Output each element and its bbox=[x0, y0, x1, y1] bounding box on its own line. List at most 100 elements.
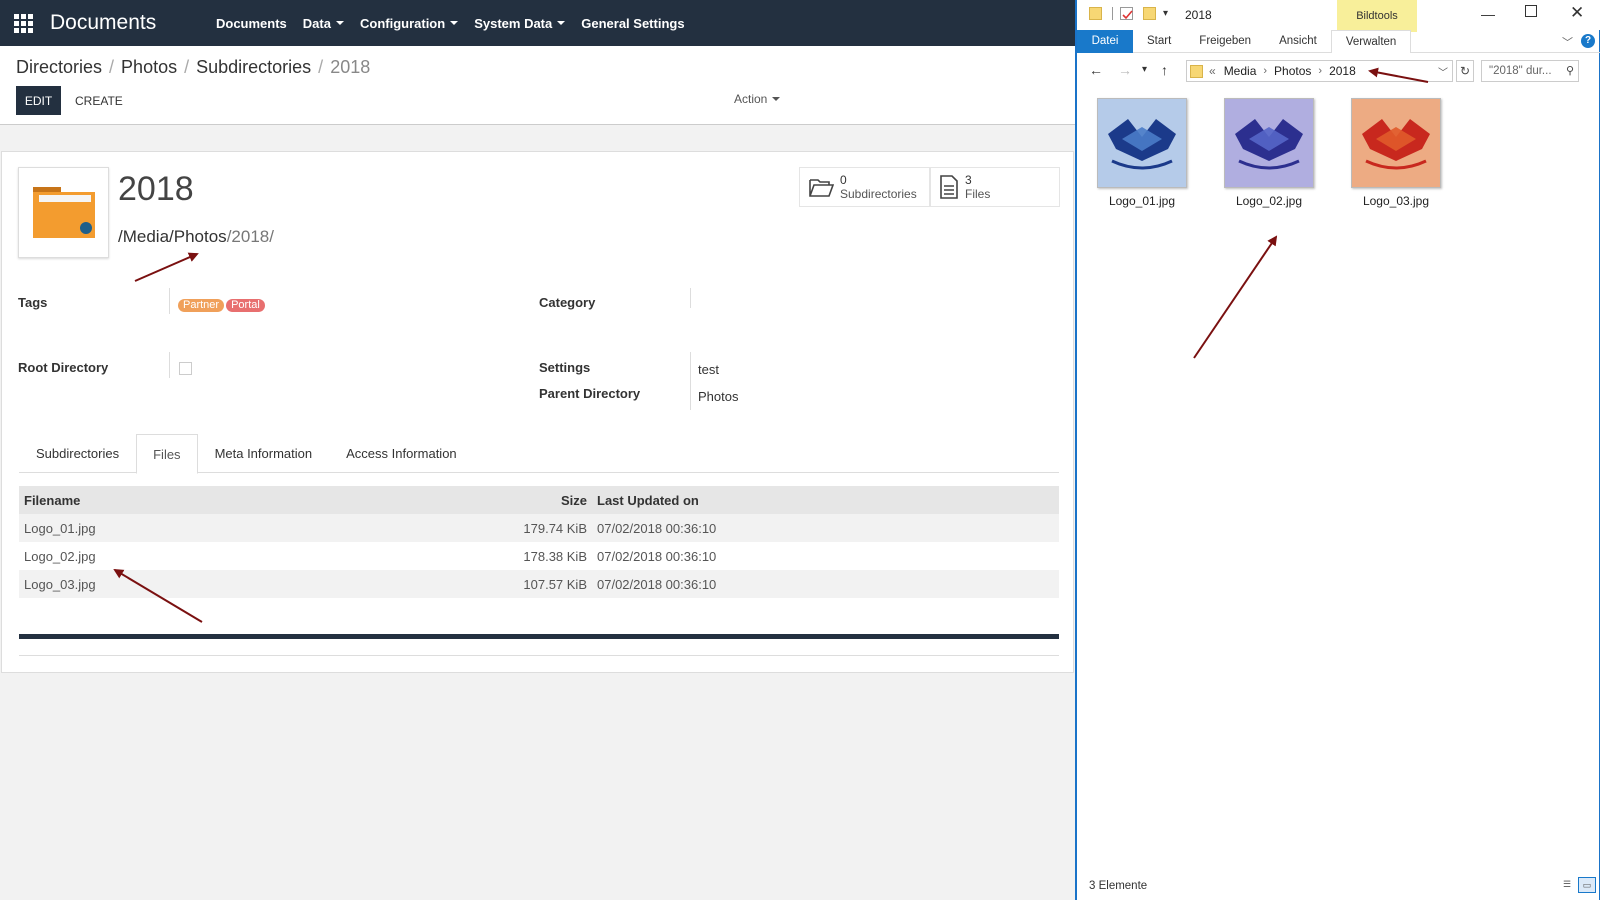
category-label: Category bbox=[539, 295, 596, 310]
menu-item-documents[interactable]: Documents bbox=[216, 16, 287, 31]
main-menu: Documents Data Configuration System Data Gen… bbox=[216, 16, 685, 31]
apps-grid-icon[interactable] bbox=[0, 0, 46, 46]
column-header-updated[interactable]: Last Updated on bbox=[587, 493, 887, 508]
breadcrumb-item[interactable]: Directories bbox=[16, 57, 102, 78]
subdirs-count: 0 bbox=[840, 173, 847, 187]
subdirectories-stat-button[interactable]: 0 Subdirectories bbox=[799, 167, 930, 207]
chevron-down-icon[interactable]: ﹀ bbox=[1562, 34, 1573, 50]
thumbnail-item[interactable]: Logo_03.jpg bbox=[1351, 98, 1441, 208]
explorer-navbar: ← → ▾ ↑ « Media › Photos › 2018 ﹀ ↻ "2018" dur… bbox=[1077, 58, 1600, 84]
ribbon-tab-start[interactable]: Start bbox=[1133, 30, 1185, 53]
search-input[interactable]: "2018" dur... ⚲ bbox=[1481, 60, 1579, 82]
form-sheet: 2018 /Media/Photos/2018/ 0 Subdirectories… bbox=[1, 151, 1074, 673]
quick-access-dropdown-icon[interactable]: ▾ bbox=[1163, 7, 1176, 20]
table-row[interactable]: Logo_01.jpg 179.74 KiB 07/02/2018 00:36:10 bbox=[19, 514, 1059, 542]
thumbnail-label: Logo_01.jpg bbox=[1108, 194, 1176, 208]
explorer-title: 2018 bbox=[1185, 8, 1212, 22]
tab-meta-information[interactable]: Meta Information bbox=[198, 434, 330, 473]
address-segment[interactable]: Photos bbox=[1274, 64, 1311, 78]
settings-label: Settings bbox=[539, 360, 591, 375]
logo-image bbox=[1225, 99, 1313, 187]
folder-icon bbox=[1190, 64, 1203, 78]
thumbnail-item[interactable]: Logo_01.jpg bbox=[1097, 98, 1187, 208]
large-icons-view-icon[interactable]: ▭ bbox=[1578, 877, 1596, 893]
ribbon-tab-ansicht[interactable]: Ansicht bbox=[1265, 30, 1331, 53]
cell-name: Logo_02.jpg bbox=[24, 548, 96, 564]
folder-icon bbox=[1089, 7, 1102, 20]
up-arrow-icon[interactable]: ↑ bbox=[1161, 62, 1168, 78]
notebook-tabs: Subdirectories Files Meta Information Acces… bbox=[19, 434, 1059, 474]
table-header: Filename Size Last Updated on bbox=[19, 486, 1059, 514]
thumbnail-label: Logo_02.jpg bbox=[1235, 194, 1303, 208]
back-arrow-icon[interactable]: ← bbox=[1089, 62, 1103, 78]
thumbnail-label: Logo_03.jpg bbox=[1362, 194, 1430, 208]
address-segment[interactable]: 2018 bbox=[1329, 64, 1356, 78]
caret-down-icon bbox=[335, 21, 344, 25]
forward-arrow-icon[interactable]: → bbox=[1118, 62, 1132, 78]
table-row[interactable]: Logo_02.jpg 178.38 KiB 07/02/2018 00:36:10 bbox=[19, 542, 1059, 570]
image-thumbnail bbox=[1224, 98, 1314, 188]
search-placeholder: "2018" dur... bbox=[1489, 65, 1552, 77]
top-navbar: Documents Documents Data Configuration Syst… bbox=[0, 0, 1075, 46]
thumbnail-item[interactable]: Logo_02.jpg bbox=[1224, 98, 1314, 208]
app-brand: Documents bbox=[50, 11, 157, 34]
root-directory-checkbox[interactable] bbox=[179, 362, 192, 375]
tab-subdirectories[interactable]: Subdirectories bbox=[19, 434, 136, 473]
menu-item-label: General Settings bbox=[581, 15, 685, 31]
breadcrumb: Directories / Photos / Subdirectories / 2018 bbox=[16, 57, 370, 78]
folder-thumbnail bbox=[18, 167, 109, 258]
menu-item-system-data[interactable]: System Data bbox=[474, 15, 566, 31]
folder-open-icon bbox=[809, 179, 834, 197]
caret-down-icon bbox=[557, 21, 566, 25]
ribbon-tab-datei[interactable]: Datei bbox=[1077, 30, 1133, 53]
tags-field[interactable]: Partner Portal bbox=[178, 296, 267, 312]
record-title: 2018 bbox=[118, 170, 194, 208]
close-icon[interactable]: ✕ bbox=[1570, 3, 1584, 23]
action-dropdown[interactable]: Action bbox=[734, 92, 781, 106]
files-stat-button[interactable]: 3 Files bbox=[930, 167, 1060, 207]
tab-access-information[interactable]: Access Information bbox=[329, 434, 474, 473]
table-row[interactable]: Logo_03.jpg 107.57 KiB 07/02/2018 00:36:10 bbox=[19, 570, 1059, 598]
breadcrumb-item: 2018 bbox=[330, 57, 371, 77]
maximize-icon[interactable] bbox=[1525, 5, 1537, 17]
minimize-icon[interactable]: — bbox=[1481, 6, 1495, 22]
properties-icon[interactable] bbox=[1120, 7, 1133, 20]
create-button[interactable]: CREATE bbox=[75, 86, 123, 115]
menu-item-general-settings[interactable]: General Settings bbox=[581, 16, 684, 31]
menu-item-configuration[interactable]: Configuration bbox=[360, 16, 459, 31]
ribbon-tab-verwalten[interactable]: Verwalten bbox=[1330, 30, 1412, 53]
breadcrumb-item[interactable]: Photos bbox=[121, 57, 177, 78]
recent-dropdown-icon[interactable]: ▾ bbox=[1142, 64, 1147, 75]
address-segment[interactable]: Media bbox=[1224, 64, 1257, 78]
help-icon[interactable]: ? bbox=[1581, 34, 1595, 48]
new-folder-icon[interactable] bbox=[1143, 7, 1156, 20]
refresh-icon[interactable]: ↻ bbox=[1456, 60, 1474, 82]
chevron-right-icon: › bbox=[1318, 65, 1323, 77]
breadcrumb-item[interactable]: Subdirectories bbox=[196, 57, 311, 78]
menu-item-label: System Data bbox=[474, 15, 553, 31]
file-explorer-window: ▾ 2018 Bildtools — ✕ Datei Start Freigeben… bbox=[1075, 0, 1600, 900]
edit-button[interactable]: EDIT bbox=[16, 86, 61, 115]
field-divider bbox=[690, 288, 691, 308]
field-divider bbox=[690, 352, 691, 410]
separator bbox=[1112, 7, 1113, 20]
address-overflow[interactable]: « bbox=[1209, 64, 1216, 78]
details-view-icon[interactable]: ☰ bbox=[1558, 877, 1576, 893]
tab-files[interactable]: Files bbox=[136, 434, 198, 474]
cell-updated: 07/02/2018 00:36:10 bbox=[597, 576, 717, 592]
menu-item-data[interactable]: Data bbox=[303, 16, 344, 31]
chevron-down-icon[interactable]: ﹀ bbox=[1438, 64, 1448, 79]
chevron-right-icon: › bbox=[1263, 65, 1268, 77]
cell-size: 179.74 KiB bbox=[523, 520, 587, 536]
parent-directory-value[interactable]: Photos bbox=[698, 389, 738, 404]
root-directory-label: Root Directory bbox=[18, 360, 109, 375]
column-header-size[interactable]: Size bbox=[507, 493, 587, 508]
ribbon-tab-freigeben[interactable]: Freigeben bbox=[1185, 30, 1265, 53]
files-label: Files bbox=[965, 187, 991, 201]
column-header-name[interactable]: Filename bbox=[19, 493, 507, 508]
logo-image bbox=[1098, 99, 1186, 187]
address-bar[interactable]: « Media › Photos › 2018 ﹀ bbox=[1186, 60, 1453, 82]
tags-label: Tags bbox=[18, 295, 48, 310]
subdirs-label: Subdirectories bbox=[840, 187, 917, 201]
table-footer-bar bbox=[19, 634, 1059, 639]
